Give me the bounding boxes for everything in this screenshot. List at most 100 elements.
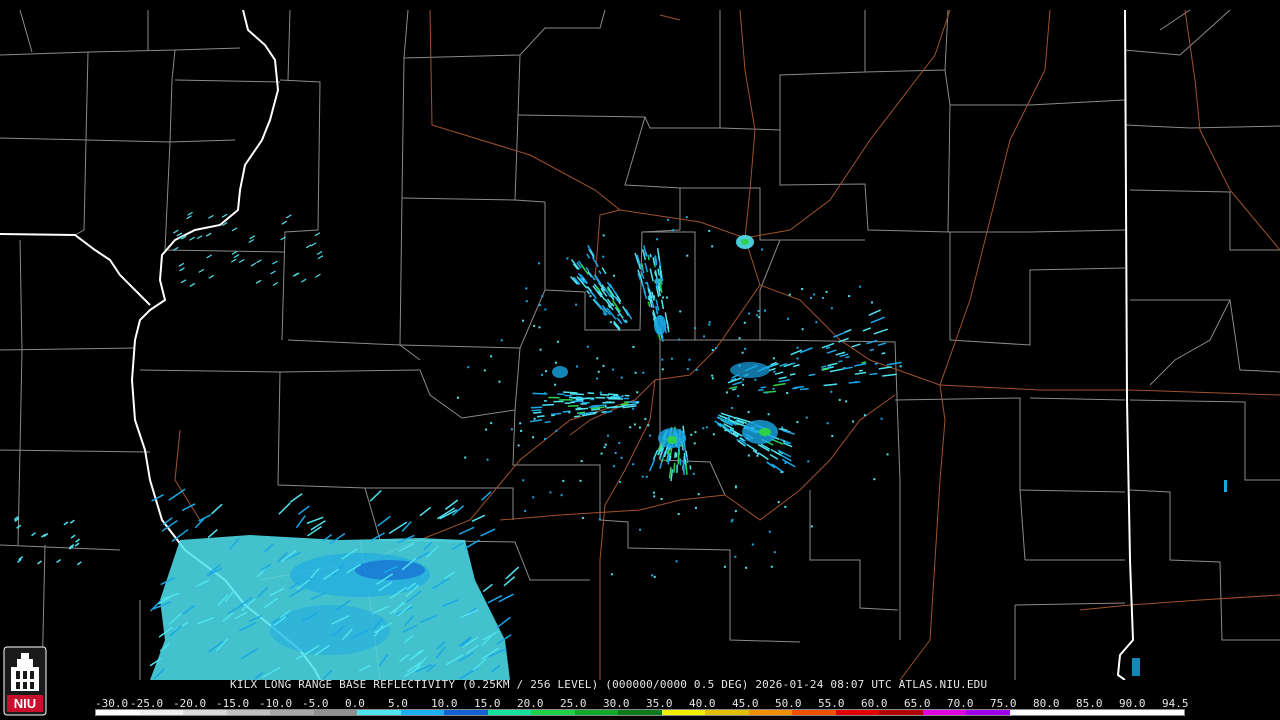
echo-mark <box>613 274 616 277</box>
echo-mark <box>532 436 535 439</box>
echo-mark <box>562 391 578 394</box>
product-caption: KILX LONG RANGE BASE REFLECTIVITY (0.25K… <box>230 678 988 691</box>
echo-mark <box>533 324 536 327</box>
echo-mark <box>231 227 238 232</box>
echo-mark <box>712 433 715 436</box>
scale-swatch <box>400 710 445 715</box>
echo-mark <box>517 444 520 447</box>
echo-mark <box>727 416 730 419</box>
echo-mark <box>656 238 659 241</box>
echo-mark <box>690 433 693 436</box>
echo-mark <box>544 437 547 440</box>
echo-mark <box>604 443 607 446</box>
echo-mark <box>176 232 183 237</box>
echo-mark <box>724 429 727 432</box>
echo-mark <box>622 405 637 409</box>
echo-mark <box>764 309 767 312</box>
echo-mark <box>729 386 738 390</box>
echo-mark <box>532 496 535 499</box>
echo-mark <box>599 393 609 396</box>
echo-mark <box>206 254 213 259</box>
echo-mark <box>786 442 789 445</box>
echo-mark <box>714 420 720 425</box>
scale-swatch <box>1140 710 1184 715</box>
echo-mark <box>878 366 892 370</box>
echo-mark <box>685 450 688 457</box>
echo-mark <box>825 346 831 350</box>
scale-swatch <box>226 710 271 715</box>
echo-mark <box>632 407 635 410</box>
echo-mark <box>805 416 808 419</box>
echo-mark <box>684 457 687 465</box>
echo-mark <box>585 266 590 272</box>
echo-mark <box>614 452 617 455</box>
echo-mark <box>498 380 501 383</box>
echo-mark <box>401 521 412 533</box>
echo-mark <box>854 371 867 375</box>
echo-mark <box>525 287 528 290</box>
echo-mark <box>601 267 607 275</box>
echo-mark <box>586 253 591 259</box>
echo-mark <box>599 391 602 394</box>
echo-mark <box>207 529 218 539</box>
echo-mark <box>661 358 664 361</box>
echo-mark <box>730 520 733 523</box>
echo-mark <box>742 378 745 381</box>
echo-mark <box>645 281 648 284</box>
echo-mark <box>567 404 579 408</box>
scale-swatch <box>618 710 662 715</box>
scale-swatch <box>792 710 836 715</box>
echo-mark <box>606 434 609 437</box>
echo-mark <box>757 452 769 461</box>
echo-mark <box>510 428 513 431</box>
echo-mark <box>196 235 203 240</box>
echo-mark <box>208 214 214 219</box>
echo-mark <box>600 452 603 455</box>
echo-mark <box>178 262 185 267</box>
echo-mark <box>675 560 678 563</box>
echo-mark <box>618 441 621 444</box>
echo-mark <box>725 391 728 394</box>
echo-mark <box>633 423 636 426</box>
echo-mark <box>638 426 641 429</box>
echo-mark <box>656 247 661 261</box>
echo-mark <box>256 259 262 264</box>
echo-mark <box>741 239 749 245</box>
echo-mark <box>854 362 867 367</box>
scale-swatch <box>879 710 923 715</box>
echo-mark <box>500 339 503 342</box>
echo-mark <box>613 465 616 468</box>
echo-mark <box>862 327 872 332</box>
echo-mark <box>612 368 615 371</box>
echo-mark <box>886 361 902 366</box>
echo-mark <box>620 456 623 459</box>
echo-mark <box>483 369 486 372</box>
echo-mark <box>799 347 813 354</box>
echo-mark <box>151 493 164 502</box>
echo-mark <box>621 395 624 398</box>
echo-mark <box>821 365 827 369</box>
echo-mark <box>781 426 784 429</box>
echo-mark <box>652 449 659 460</box>
echo-mark <box>597 370 600 373</box>
scale-swatch <box>139 710 184 715</box>
echo-mark <box>801 328 804 331</box>
echo-mark <box>458 526 475 535</box>
echo-mark <box>568 411 571 414</box>
echo-mark <box>581 516 584 519</box>
echo-mark <box>708 229 711 232</box>
echo-mark <box>281 220 288 225</box>
echo-mark <box>873 478 876 481</box>
echo-mark <box>647 256 650 261</box>
echo-mark <box>31 532 36 537</box>
echo-mark <box>838 360 843 363</box>
echo-mark <box>316 250 323 255</box>
echo-mark <box>278 502 291 515</box>
echo-mark <box>641 272 645 280</box>
echo-mark <box>835 351 846 356</box>
echo-mark <box>647 297 650 300</box>
echo-mark <box>456 396 459 399</box>
echo-mark <box>556 340 559 343</box>
echo-mark <box>734 510 737 513</box>
echo-mark <box>677 513 680 516</box>
